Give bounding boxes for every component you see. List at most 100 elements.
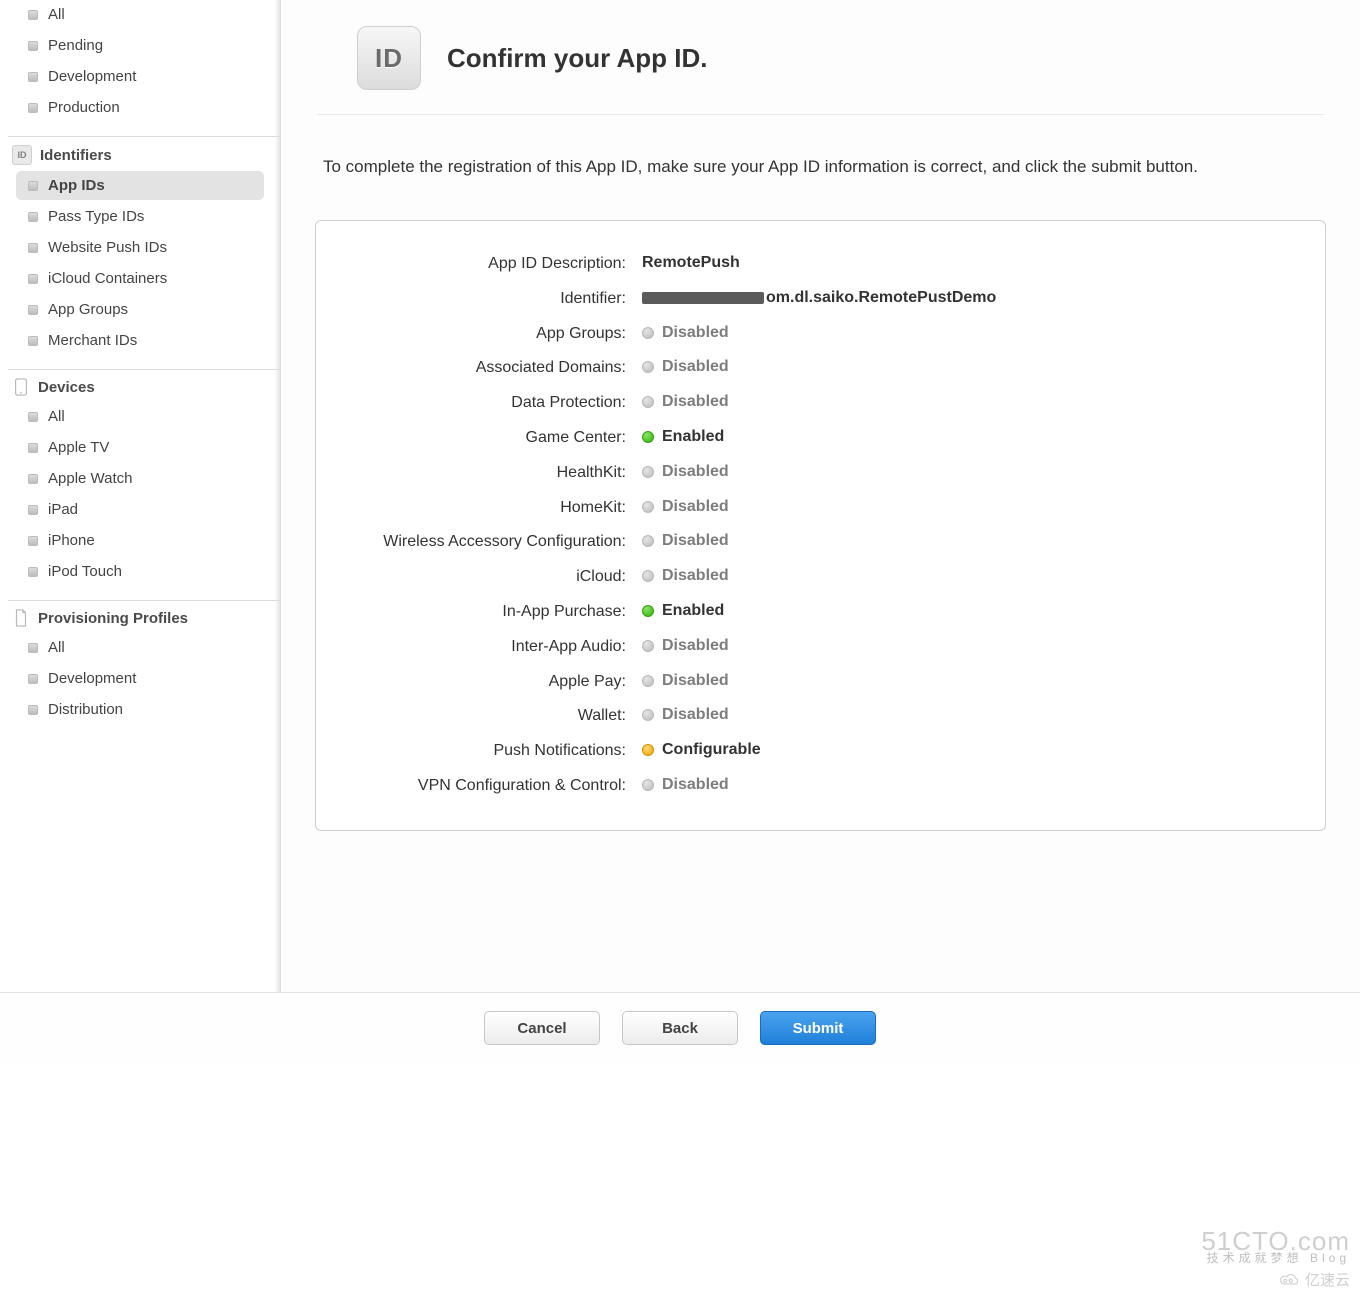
- status-dot-icon: [642, 675, 654, 687]
- sidebar-heading-profiles[interactable]: Provisioning Profiles: [8, 600, 280, 633]
- bullet-icon: [28, 274, 38, 284]
- sidebar-item-dev-all[interactable]: All: [16, 402, 264, 431]
- field-value: Disabled: [662, 324, 729, 342]
- identifier-suffix: om.dl.saiko.RemotePustDemo: [766, 289, 996, 307]
- status-dot-icon: [642, 779, 654, 791]
- sidebar-item-cert-all[interactable]: All: [16, 0, 264, 29]
- status-dot-icon: [642, 744, 654, 756]
- field-label: In-App Purchase:: [336, 602, 636, 623]
- sidebar-heading-label: Devices: [38, 379, 95, 396]
- bullet-icon: [28, 103, 38, 113]
- sidebar-item-label: iPod Touch: [48, 563, 122, 580]
- sidebar-item-dev-applewatch[interactable]: Apple Watch: [16, 464, 264, 493]
- status-dot-icon: [642, 570, 654, 582]
- field-label: Push Notifications:: [336, 741, 636, 762]
- row-service: Push Notifications: Configurable: [336, 734, 1305, 769]
- app-id-badge-icon: ID: [357, 26, 421, 90]
- sidebar-item-icloud-containers[interactable]: iCloud Containers: [16, 264, 264, 293]
- sidebar-group-identifiers: App IDs Pass Type IDs Website Push IDs i…: [8, 171, 280, 355]
- row-service: HomeKit:Disabled: [336, 491, 1305, 526]
- field-label: Associated Domains:: [336, 358, 636, 379]
- field-label: VPN Configuration & Control:: [336, 776, 636, 797]
- field-value: Disabled: [662, 393, 729, 411]
- summary-panel: App ID Description: RemotePush Identifie…: [315, 220, 1326, 831]
- sidebar-item-label: Apple TV: [48, 439, 109, 456]
- field-label: Wallet:: [336, 706, 636, 727]
- sidebar-item-dev-ipad[interactable]: iPad: [16, 495, 264, 524]
- sidebar-item-app-ids[interactable]: App IDs: [16, 171, 264, 200]
- field-value: Disabled: [662, 706, 729, 724]
- field-value: Disabled: [662, 358, 729, 376]
- bullet-icon: [28, 567, 38, 577]
- field-label: iCloud:: [336, 567, 636, 588]
- field-value: Configurable: [662, 741, 761, 759]
- row-service: Game Center:Enabled: [336, 421, 1305, 456]
- watermark-sub: 技术成就梦想 Blog: [1201, 1253, 1350, 1264]
- sidebar-item-label: Distribution: [48, 701, 123, 718]
- id-badge-icon: ID: [12, 145, 32, 165]
- bullet-icon: [28, 505, 38, 515]
- sidebar-item-label: Pass Type IDs: [48, 208, 144, 225]
- field-label: Apple Pay:: [336, 672, 636, 693]
- row-service: Wallet: Disabled: [336, 699, 1305, 734]
- sidebar-item-merchant-ids[interactable]: Merchant IDs: [16, 326, 264, 355]
- field-value: Disabled: [662, 463, 729, 481]
- field-value: RemotePush: [642, 254, 740, 272]
- bullet-icon: [28, 336, 38, 346]
- page-header: ID Confirm your App ID.: [317, 0, 1324, 115]
- row-service: VPN Configuration & Control: Disabled: [336, 769, 1305, 804]
- row-service: App Groups: Disabled: [336, 317, 1305, 352]
- sidebar-item-cert-pending[interactable]: Pending: [16, 31, 264, 60]
- sidebar-item-prof-distribution[interactable]: Distribution: [16, 695, 264, 724]
- field-label: App Groups:: [336, 324, 636, 345]
- sidebar-item-label: Merchant IDs: [48, 332, 137, 349]
- submit-button[interactable]: Submit: [760, 1011, 876, 1045]
- field-value: Disabled: [662, 532, 729, 550]
- row-description: App ID Description: RemotePush: [336, 247, 1305, 282]
- cancel-button[interactable]: Cancel: [484, 1011, 600, 1045]
- bullet-icon: [28, 243, 38, 253]
- sidebar: All Pending Development Production ID Id…: [0, 0, 280, 1050]
- sidebar-heading-identifiers[interactable]: ID Identifiers: [8, 136, 280, 171]
- back-button[interactable]: Back: [622, 1011, 738, 1045]
- device-icon: [12, 378, 30, 396]
- bullet-icon: [28, 474, 38, 484]
- field-label: Data Protection:: [336, 393, 636, 414]
- field-value: Enabled: [662, 428, 724, 446]
- sidebar-item-dev-appletv[interactable]: Apple TV: [16, 433, 264, 462]
- sidebar-item-prof-development[interactable]: Development: [16, 664, 264, 693]
- sidebar-item-cert-development[interactable]: Development: [16, 62, 264, 91]
- instruction-text: To complete the registration of this App…: [281, 132, 1360, 189]
- sidebar-item-app-groups[interactable]: App Groups: [16, 295, 264, 324]
- sidebar-heading-devices[interactable]: Devices: [8, 369, 280, 402]
- sidebar-item-label: App Groups: [48, 301, 128, 318]
- bullet-icon: [28, 305, 38, 315]
- sidebar-group-certificates: All Pending Development Production: [8, 0, 280, 122]
- bullet-icon: [28, 72, 38, 82]
- main-content: ID Confirm your App ID. To complete the …: [280, 0, 1360, 1050]
- sidebar-item-label: Production: [48, 99, 120, 116]
- row-identifier: Identifier: om.dl.saiko.RemotePustDemo: [336, 282, 1305, 317]
- page-title: Confirm your App ID.: [447, 43, 707, 74]
- sidebar-item-dev-iphone[interactable]: iPhone: [16, 526, 264, 555]
- sidebar-item-website-push-ids[interactable]: Website Push IDs: [16, 233, 264, 262]
- sidebar-item-dev-ipod[interactable]: iPod Touch: [16, 557, 264, 586]
- bullet-icon: [28, 643, 38, 653]
- sidebar-item-label: iPhone: [48, 532, 95, 549]
- field-label: App ID Description:: [336, 254, 636, 275]
- sidebar-item-prof-all[interactable]: All: [16, 633, 264, 662]
- footer-bar: Cancel Back Submit: [0, 992, 1360, 1063]
- sidebar-heading-label: Identifiers: [40, 147, 112, 164]
- field-value-identifier: om.dl.saiko.RemotePustDemo: [636, 289, 1305, 307]
- row-service: Associated Domains: Disabled: [336, 351, 1305, 386]
- sidebar-item-cert-production[interactable]: Production: [16, 93, 264, 122]
- status-dot-icon: [642, 431, 654, 443]
- sidebar-group-devices: All Apple TV Apple Watch iPad iPhone iPo…: [8, 402, 280, 586]
- field-value: Disabled: [662, 672, 729, 690]
- sidebar-item-pass-type-ids[interactable]: Pass Type IDs: [16, 202, 264, 231]
- watermark-yisu: 亿速云: [1279, 1269, 1350, 1290]
- field-value: Disabled: [662, 776, 729, 794]
- sidebar-group-profiles: All Development Distribution: [8, 633, 280, 724]
- status-dot-icon: [642, 605, 654, 617]
- field-label: Wireless Accessory Configuration:: [336, 532, 636, 553]
